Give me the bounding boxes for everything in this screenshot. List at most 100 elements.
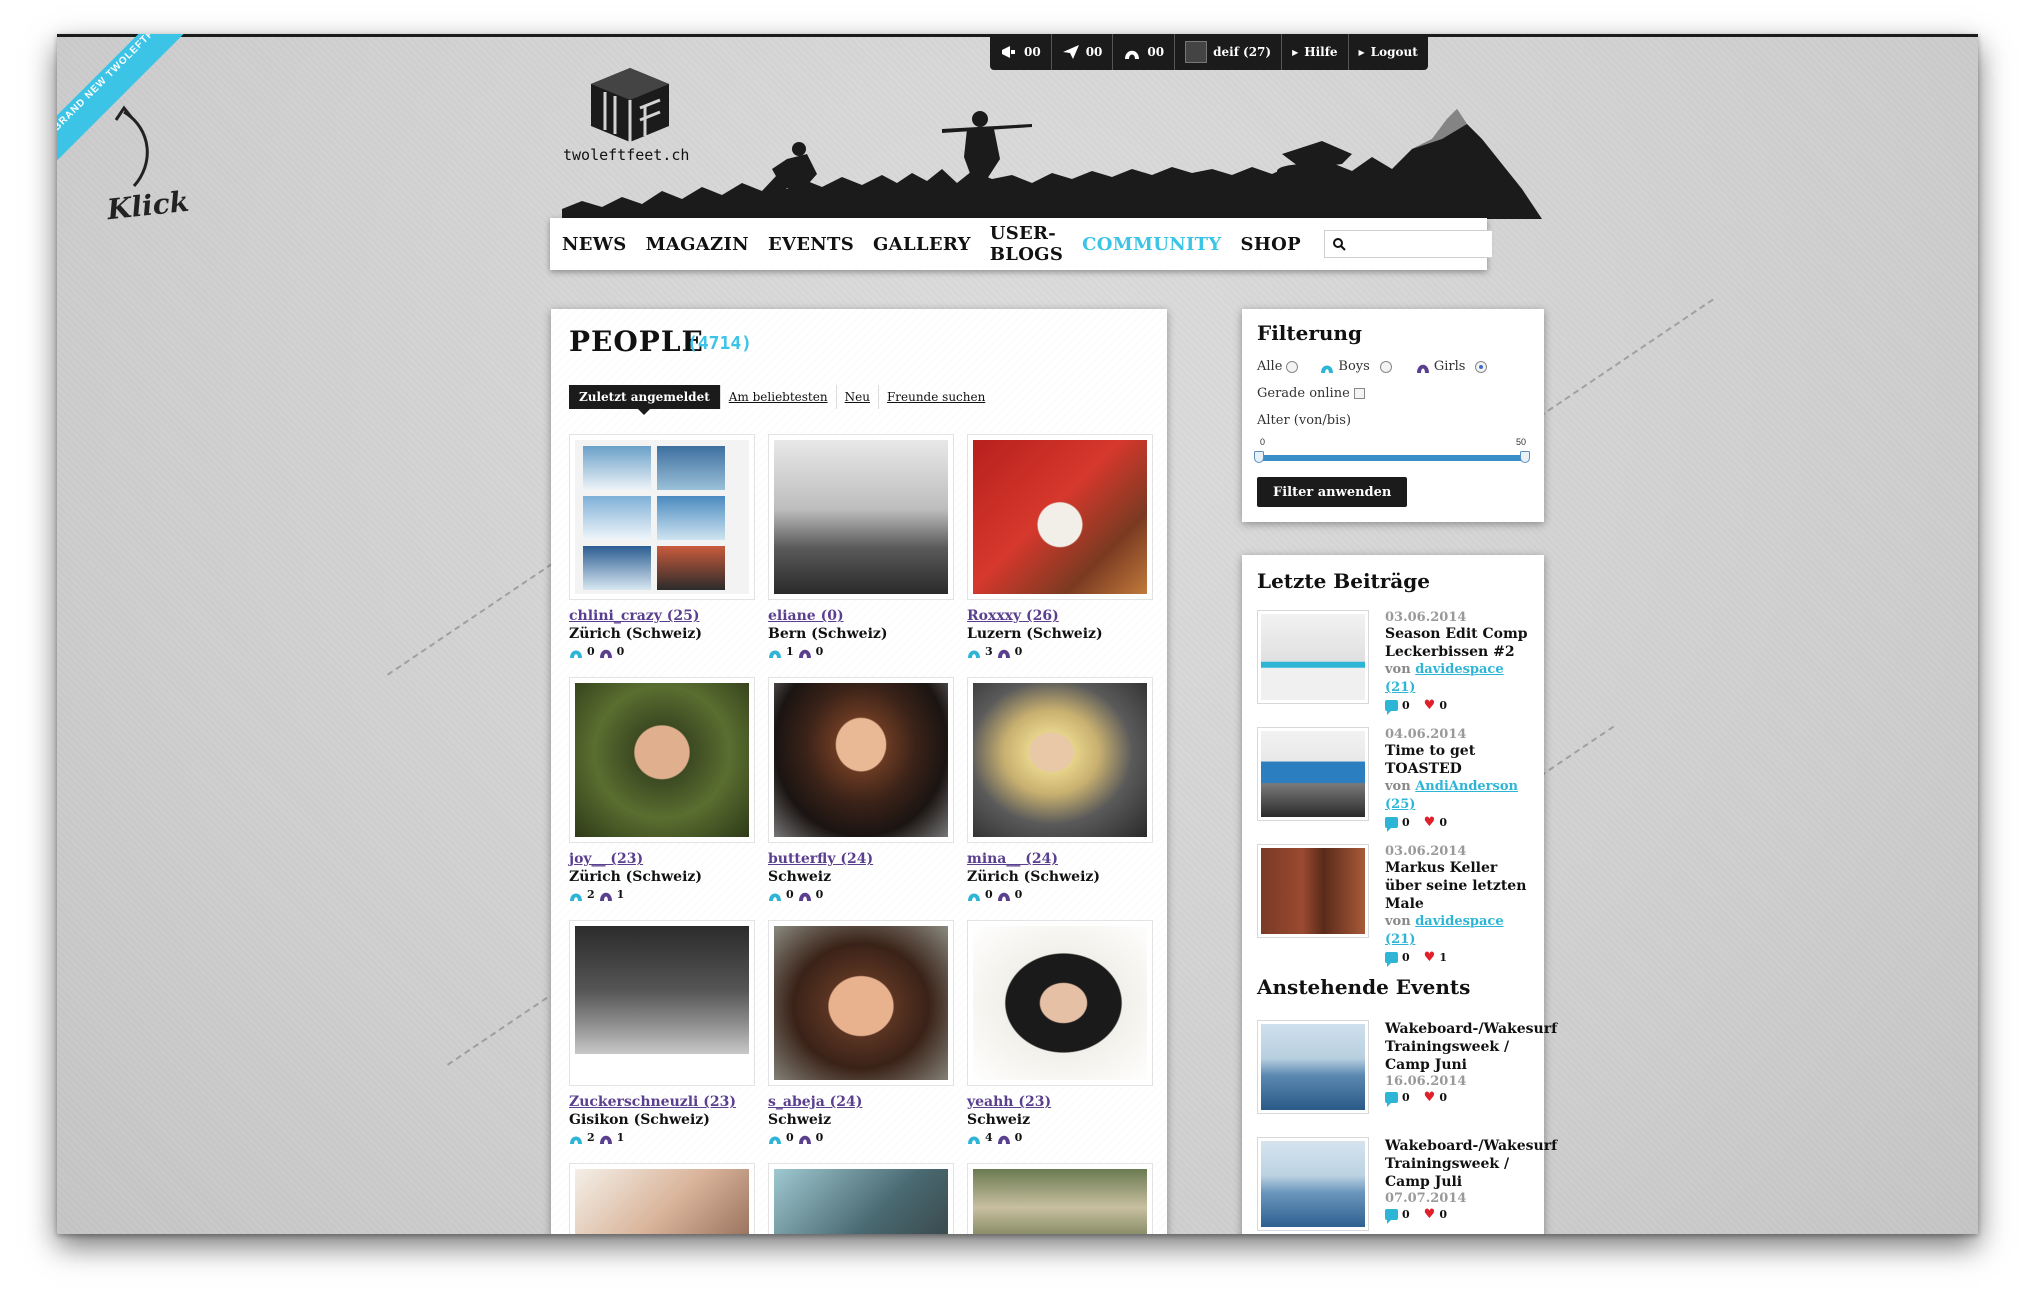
- boys-icon: [769, 1136, 781, 1144]
- online-filter: Gerade online: [1257, 386, 1365, 401]
- user-name-link[interactable]: s_abeja (24): [768, 1094, 954, 1110]
- friends-icon: [1125, 50, 1140, 59]
- comment-count: 0: [1402, 951, 1410, 964]
- notifications-button[interactable]: 00: [990, 34, 1052, 70]
- nav-user-blogs[interactable]: USER-BLOGS: [990, 223, 1063, 265]
- girls-count: 0: [1014, 645, 1023, 658]
- post-title-link[interactable]: Season Edit Comp Leckerbissen #2: [1385, 625, 1533, 661]
- user-photo[interactable]: [569, 677, 755, 843]
- comment-count: 0: [1402, 1208, 1410, 1221]
- post-thumbnail[interactable]: [1257, 844, 1369, 938]
- boys-count: 1: [786, 645, 794, 658]
- gender-boys-radio[interactable]: [1379, 360, 1392, 373]
- nav-shop[interactable]: SHOP: [1241, 234, 1301, 255]
- user-friend-stats: 3 0: [967, 645, 1153, 658]
- age-min-label: 0: [1260, 437, 1266, 447]
- user-name-link[interactable]: Roxxxy (26): [967, 608, 1153, 624]
- site-logo[interactable]: [585, 64, 675, 144]
- user-name-link[interactable]: mina__ (24): [967, 851, 1153, 867]
- boys-count: 0: [786, 888, 794, 901]
- user-name-link[interactable]: chlini_crazy (25): [569, 608, 755, 624]
- event-title-link[interactable]: Wakeboard-/Wakesurf Trainingsweek / Camp…: [1385, 1020, 1557, 1074]
- user-location: Schweiz: [768, 1112, 832, 1128]
- profile-label: deif (27): [1213, 45, 1272, 59]
- age-range-slider[interactable]: [1254, 451, 1530, 463]
- tab-freunde-suchen[interactable]: Freunde suchen: [879, 385, 993, 409]
- help-link[interactable]: ▶ Hilfe: [1282, 34, 1349, 70]
- user-photo[interactable]: [967, 1163, 1153, 1234]
- tab-am-beliebtesten[interactable]: Am beliebtesten: [721, 385, 837, 409]
- nav-news[interactable]: NEWS: [562, 234, 627, 255]
- post-by-label: von: [1385, 662, 1411, 677]
- user-location: Schweiz: [967, 1112, 1031, 1128]
- site-logo-text[interactable]: twoleftfeet.ch: [563, 146, 689, 164]
- post-thumbnail[interactable]: [1257, 727, 1369, 821]
- search-icon[interactable]: [1332, 237, 1346, 251]
- user-photo[interactable]: [768, 677, 954, 843]
- browser-window: BRAND NEW TWOLEFTFEET Klick 00 00 00 dei…: [57, 34, 1978, 1234]
- nav-community[interactable]: COMMUNITY: [1082, 234, 1221, 255]
- comment-count: 0: [1402, 1091, 1410, 1104]
- tab-neu[interactable]: Neu: [837, 385, 879, 409]
- boys-icon: [570, 1136, 582, 1144]
- user-photo[interactable]: [768, 1163, 954, 1234]
- comment-icon: [1385, 700, 1398, 715]
- girls-count: 0: [1014, 888, 1023, 901]
- user-name-link[interactable]: yeahh (23): [967, 1094, 1153, 1110]
- klick-label[interactable]: Klick: [106, 185, 191, 226]
- apply-filter-button[interactable]: Filter anwenden: [1257, 477, 1408, 507]
- user-name-link[interactable]: butterfly (24): [768, 851, 954, 867]
- gender-all-radio[interactable]: [1286, 360, 1299, 373]
- post-stats: 0 ♥ 1: [1385, 951, 1533, 967]
- event-title-link[interactable]: Wakeboard-/Wakesurf Trainingsweek / Camp…: [1385, 1137, 1557, 1191]
- profile-button[interactable]: deif (27): [1175, 34, 1283, 70]
- boys-count: 3: [985, 645, 993, 658]
- photo-green-garden: [575, 683, 749, 837]
- user-location: Bern (Schweiz): [768, 626, 888, 642]
- user-photo[interactable]: [967, 434, 1153, 600]
- online-checkbox[interactable]: [1353, 388, 1365, 399]
- event-thumbnail[interactable]: [1257, 1137, 1369, 1231]
- nav-events[interactable]: EVENTS: [768, 234, 854, 255]
- boys-icon: [769, 650, 781, 658]
- event-thumbnail[interactable]: [1257, 1020, 1369, 1114]
- user-name-link[interactable]: eliane (0): [768, 608, 954, 624]
- logout-link[interactable]: ▶ Logout: [1349, 34, 1428, 70]
- user-photo[interactable]: [569, 1163, 755, 1234]
- user-name-link[interactable]: Zuckerschneuzli (23): [569, 1094, 755, 1110]
- search-input[interactable]: [1351, 232, 1492, 256]
- post-thumbnail[interactable]: [1257, 610, 1369, 704]
- tab-zuletzt-angemeldet[interactable]: Zuletzt angemeldet: [569, 385, 721, 415]
- nav-magazin[interactable]: MAGAZIN: [646, 234, 749, 255]
- user-name-link[interactable]: joy__ (23): [569, 851, 755, 867]
- user-photo[interactable]: [768, 434, 954, 600]
- friend-requests-button[interactable]: 00: [1113, 34, 1176, 70]
- post-title-link[interactable]: Time to get TOASTED: [1385, 742, 1533, 778]
- user-photo[interactable]: [967, 920, 1153, 1086]
- user-card: butterfly (24) Schweiz 0 0: [768, 677, 954, 901]
- girls-icon: [798, 892, 811, 901]
- age-min-handle[interactable]: [1254, 451, 1264, 463]
- comment-count: 0: [1402, 699, 1410, 712]
- girls-icon: [798, 1135, 811, 1144]
- gender-boys-label: Boys: [1338, 359, 1370, 374]
- user-photo[interactable]: [569, 434, 755, 600]
- age-filter-label: Alter (von/bis): [1257, 413, 1352, 428]
- nav-gallery[interactable]: GALLERY: [873, 234, 971, 255]
- gender-girls-radio[interactable]: [1475, 360, 1488, 373]
- comment-count: 0: [1402, 816, 1410, 829]
- boys-count: 2: [587, 1131, 595, 1144]
- comment-icon: [1385, 1092, 1398, 1107]
- messages-button[interactable]: 00: [1052, 34, 1114, 70]
- user-photo[interactable]: [569, 920, 755, 1086]
- user-card: joy__ (23) Zürich (Schweiz) 2 1: [569, 677, 755, 901]
- friend-requests-count: 00: [1147, 45, 1165, 59]
- age-max-handle[interactable]: [1520, 451, 1530, 463]
- user-photo[interactable]: [967, 677, 1153, 843]
- post-title-link[interactable]: Markus Keller über seine letzten Male: [1385, 859, 1533, 913]
- girls-count: 0: [815, 645, 824, 658]
- user-card: [967, 1163, 1153, 1234]
- triangle-right-icon: ▶: [1358, 47, 1365, 57]
- user-photo[interactable]: [768, 920, 954, 1086]
- thumb-wakeboard-june: [1261, 1024, 1365, 1110]
